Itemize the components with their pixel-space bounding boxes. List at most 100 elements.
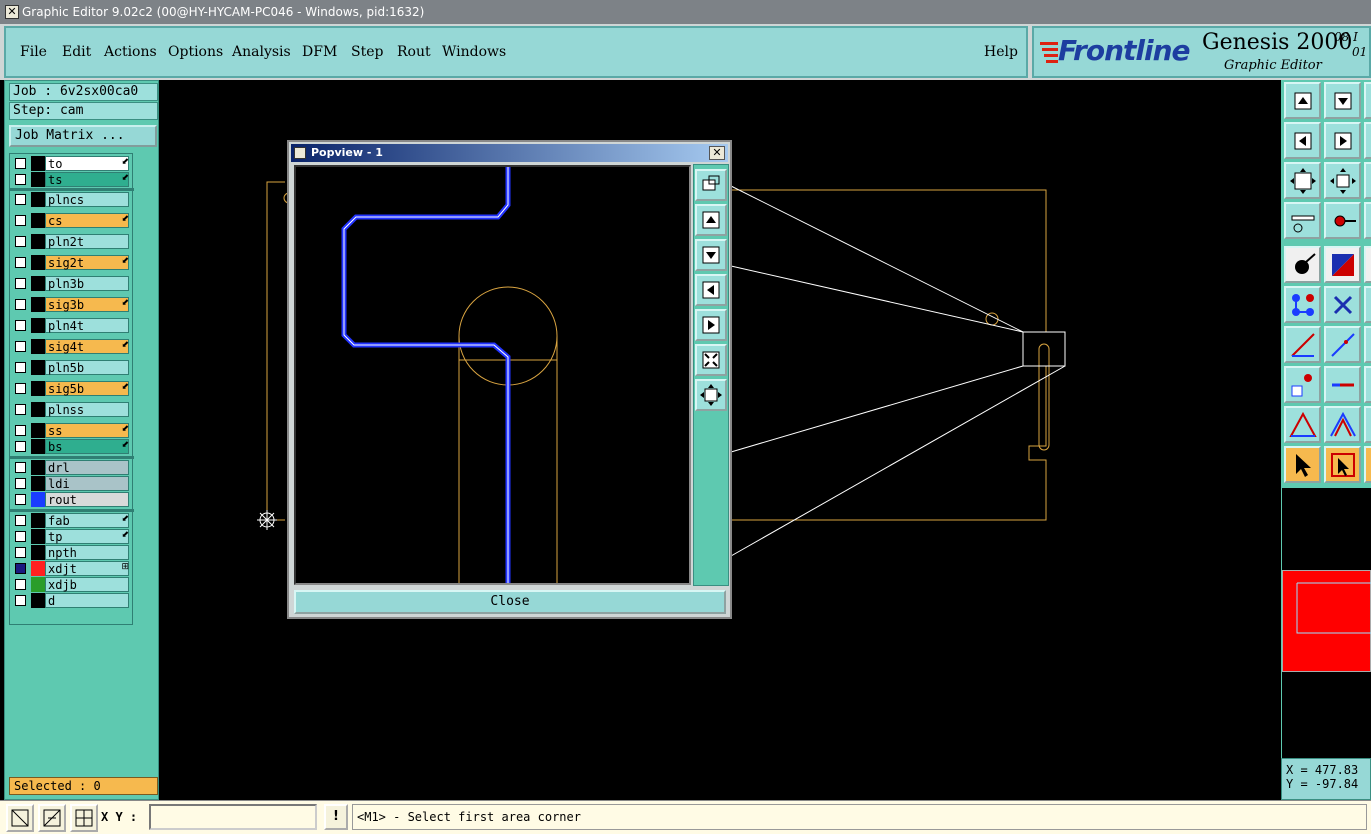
xy-input[interactable] [149,804,317,830]
layer-checkbox[interactable] [15,404,26,415]
layer-checkbox[interactable] [15,299,26,310]
popview-pan-up-icon[interactable] [695,204,727,236]
layer-row-fab[interactable]: fab ⬋ [11,513,133,528]
popview-zoom-out-icon[interactable] [695,379,727,411]
triangle-up-button[interactable] [1324,406,1361,443]
layer-checkbox[interactable] [15,563,26,574]
layer-name[interactable]: cs [45,213,129,228]
layer-name[interactable]: to [45,156,129,171]
pan-right-button[interactable] [1324,122,1361,159]
layer-row-sig2t[interactable]: sig2t ⬋ [11,255,133,270]
layer-name[interactable]: sig2t [45,255,129,270]
layer-row-to[interactable]: to ⬋ [11,156,133,171]
snap-tool-button[interactable] [1324,202,1361,239]
menu-edit[interactable]: Edit [62,44,91,60]
snap-mode-button[interactable] [6,804,34,832]
layer-name[interactable]: ldi [45,476,129,491]
popview-close-icon[interactable]: ✕ [709,146,725,160]
overview-minimap[interactable] [1282,570,1371,672]
layer-checkbox[interactable] [15,595,26,606]
measure-mode-button[interactable] [38,804,66,832]
layer-row-drl[interactable]: drl [11,460,133,475]
popview-close-button[interactable]: Close [294,590,726,614]
menu-rout[interactable]: Rout [397,44,431,60]
menu-help[interactable]: Help [984,44,1018,60]
popview-pan-left-icon[interactable] [695,274,727,306]
layer-row-bs[interactable]: bs ⬋ [11,439,133,454]
layer-row-npth[interactable]: npth [11,545,133,560]
layer-checkbox[interactable] [15,341,26,352]
layer-name[interactable]: sig3b [45,297,129,312]
layer-checkbox[interactable] [15,547,26,558]
layer-name[interactable]: bs [45,439,129,454]
layer-name[interactable]: pln5b [45,360,129,375]
menu-actions[interactable]: Actions [104,44,157,60]
extra5-button[interactable] [1364,326,1371,363]
layer-row-pln5b[interactable]: pln5b [11,360,133,375]
menu-analysis[interactable]: Analysis [232,44,291,60]
line-edit-button[interactable] [1324,326,1361,363]
info-button[interactable]: ! [324,804,348,830]
pan-up-button[interactable] [1284,82,1321,119]
layer-row-plnss[interactable]: plnss [11,402,133,417]
layer-row-sig3b[interactable]: sig3b ⬋ [11,297,133,312]
extra8-button[interactable] [1364,446,1371,483]
popview-pan-down-icon[interactable] [695,239,727,271]
layer-row-ts[interactable]: ts ⬋ [11,172,133,187]
popview-window-icon[interactable] [695,169,727,201]
layer-checkbox[interactable] [15,194,26,205]
popview-pan-right-icon[interactable] [695,309,727,341]
line-draw-button[interactable] [1284,326,1321,363]
layer-name[interactable]: sig4t [45,339,129,354]
menu-windows[interactable]: Windows [442,44,506,60]
popview-canvas[interactable] [294,165,691,585]
menu-file[interactable]: File [20,44,47,60]
layer-checkbox[interactable] [15,174,26,185]
pan-down-button[interactable] [1324,82,1361,119]
layer-row-sig5b[interactable]: sig5b ⬋ [11,381,133,396]
pointer-select-button[interactable] [1284,446,1321,483]
pan-extra2-button[interactable] [1364,122,1371,159]
layer-checkbox[interactable] [15,362,26,373]
pointer-box-button[interactable] [1324,446,1361,483]
extra4-button[interactable] [1364,286,1371,323]
layer-checkbox[interactable] [15,215,26,226]
layer-name[interactable]: plnss [45,402,129,417]
layer-name[interactable]: ts [45,172,129,187]
layer-row-tp[interactable]: tp ⬋ [11,529,133,544]
layer-row-xdjt[interactable]: xdjt ⊞ [11,561,133,576]
layer-name[interactable]: ss [45,423,129,438]
layer-checkbox[interactable] [15,515,26,526]
grid-mode-button[interactable] [70,804,98,832]
layer-checkbox[interactable] [15,425,26,436]
line-red-button[interactable] [1324,366,1361,403]
menu-dfm[interactable]: DFM [302,44,337,60]
layer-checkbox[interactable] [15,236,26,247]
layer-row-rout[interactable]: rout [11,492,133,507]
layer-name[interactable]: sig5b [45,381,129,396]
connect-nodes-button[interactable] [1284,286,1321,323]
add-pad-button[interactable] [1284,246,1321,283]
layer-row-xdjb[interactable]: xdjb [11,577,133,592]
triangle-button[interactable] [1284,406,1321,443]
layer-checkbox[interactable] [15,320,26,331]
pan-left-button[interactable] [1284,122,1321,159]
layer-checkbox[interactable] [15,257,26,268]
extra7-button[interactable] [1364,406,1371,443]
layer-checkbox[interactable] [15,478,26,489]
job-matrix-button[interactable]: Job Matrix ... [9,125,157,147]
delete-node-button[interactable] [1324,286,1361,323]
layer-name[interactable]: drl [45,460,129,475]
layer-name[interactable]: pln2t [45,234,129,249]
menu-options[interactable]: Options [168,44,223,60]
layer-name[interactable]: rout [45,492,129,507]
layer-row-ldi[interactable]: ldi [11,476,133,491]
layer-checkbox[interactable] [15,531,26,542]
layer-row-pln4t[interactable]: pln4t [11,318,133,333]
layer-row-sig4t[interactable]: sig4t ⬋ [11,339,133,354]
layer-checkbox[interactable] [15,278,26,289]
layer-checkbox[interactable] [15,383,26,394]
layer-checkbox[interactable] [15,462,26,473]
layer-name[interactable]: fab [45,513,129,528]
layer-name[interactable]: tp [45,529,129,544]
